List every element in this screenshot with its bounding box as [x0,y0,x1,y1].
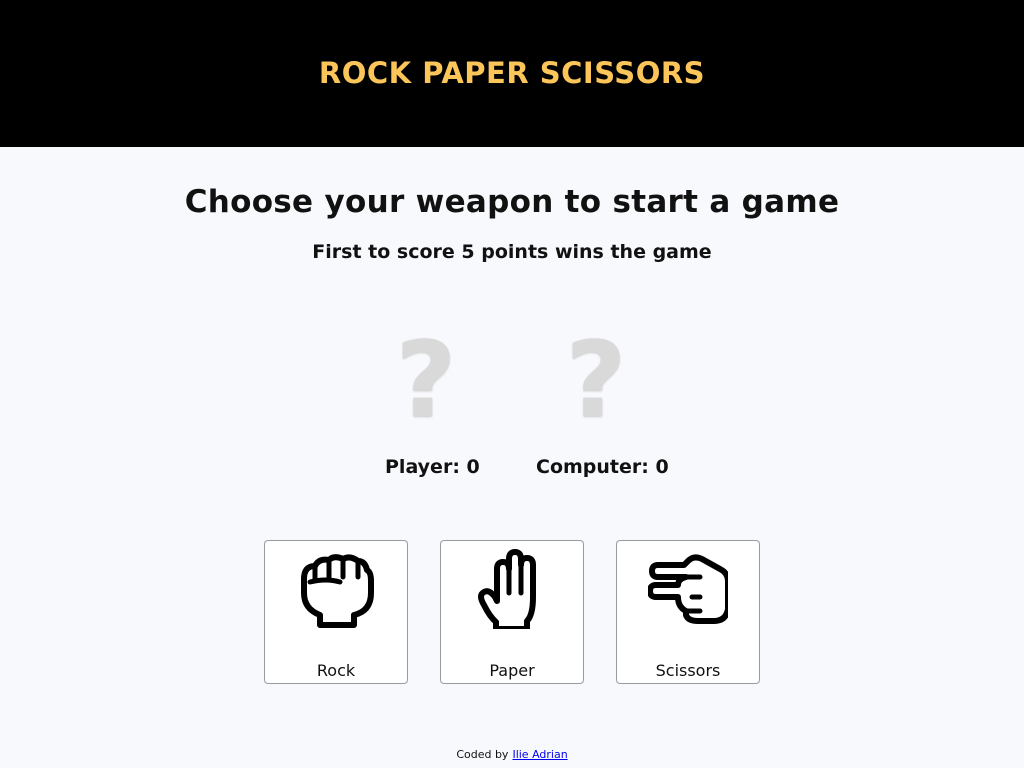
scissors-hand-icon [648,554,728,624]
player-choice-question-icon: ? [395,319,457,441]
paper-button[interactable]: Paper [440,540,584,684]
paper-label: Paper [489,661,535,680]
player-score: Player: 0 [385,456,480,478]
author-link[interactable]: Ilie Adrian [512,748,567,761]
scissors-button[interactable]: Scissors [616,540,760,684]
computer-choice-question-icon: ? [565,319,627,441]
footer-prefix: Coded by [456,748,509,761]
scissors-label: Scissors [655,661,721,680]
page-headline: Choose your weapon to start a game [184,184,840,220]
rock-button[interactable]: Rock [264,540,408,684]
rock-label: Rock [316,661,356,680]
computer-score: Computer: 0 [536,456,669,478]
open-hand-icon [478,549,536,629]
app-title: ROCK PAPER SCISSORS [318,55,706,90]
page-subline: First to score 5 points wins the game [312,241,712,263]
footer-credit: Coded by Ilie Adrian [0,748,1024,761]
fist-icon [301,554,374,628]
header-bar: ROCK PAPER SCISSORS [0,0,1024,147]
